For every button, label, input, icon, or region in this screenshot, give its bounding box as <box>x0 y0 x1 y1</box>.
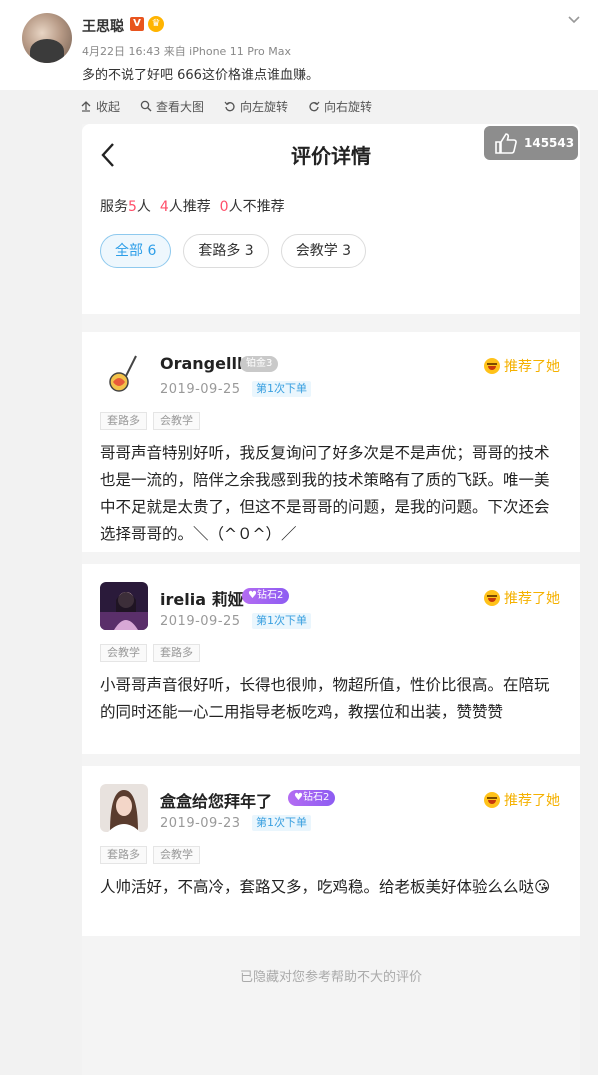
summary-recommend-label: 人推荐 <box>168 199 211 215</box>
hidden-reviews-note: 已隐藏对您参考帮助不大的评价 <box>82 940 580 1075</box>
crown-icon: ♛ <box>148 16 164 32</box>
summary-recommend-count: 4 <box>159 199 169 215</box>
collapse-button[interactable]: 收起 <box>80 98 120 115</box>
like-count: 145543 <box>524 136 575 150</box>
post-meta: 4月22日 16:43 来自 iPhone 11 Pro Max <box>82 45 291 58</box>
chevron-down-icon[interactable] <box>566 12 582 28</box>
search-icon <box>140 100 152 112</box>
lollipop-avatar-icon <box>100 350 148 398</box>
review-text: 哥哥声音特别好听，我反复询问了好多次是不是声优；哥哥的技术也是一流的，陪伴之余我… <box>100 444 550 543</box>
summary-service-count: 5 <box>128 199 137 215</box>
review-tag: 会教学 <box>153 412 200 430</box>
rank-badge: ♥钻石2 <box>288 790 336 806</box>
review-date: 2019-09-25 <box>160 382 241 397</box>
rotate-right-button[interactable]: 向右旋转 <box>308 98 372 115</box>
user-photo-icon <box>100 784 148 832</box>
embedded-screenshot[interactable]: 评价详情 145543 服务5人 4人推荐 0人不推荐 全部 6 套路多 3 会… <box>82 124 580 1075</box>
order-count-tag: 第1次下单 <box>252 815 311 831</box>
avatar[interactable] <box>100 582 148 630</box>
review-tag: 套路多 <box>100 846 147 864</box>
rank-badge: ♥钻石2 <box>242 588 290 604</box>
review-text: 小哥哥声音很好听，长得也很帅，物超所值，性价比很高。在陪玩的同时还能一心二用指导… <box>100 676 550 721</box>
review-card: irelia 莉娅 ♥钻石2 2019-09-25 第1次下单 推荐了她 会教学… <box>82 564 580 754</box>
review-tags: 套路多 会教学 <box>100 846 200 864</box>
review-text: 人帅活好，不高冷，套路又多，吃鸡稳。给老板美好体验么么哒😘 <box>100 878 551 896</box>
smile-icon <box>484 792 500 808</box>
post-text: 多的不说了好吧 666这价格谁点谁血赚。 <box>82 68 319 83</box>
review-tags: 套路多 会教学 <box>100 412 200 430</box>
view-large-label: 查看大图 <box>156 99 205 114</box>
rotate-left-button[interactable]: 向左旋转 <box>224 98 288 115</box>
rotate-left-label: 向左旋转 <box>240 99 289 114</box>
smile-icon <box>484 590 500 606</box>
thumbs-up-icon <box>495 133 517 154</box>
view-large-button[interactable]: 查看大图 <box>140 98 204 115</box>
review-tag: 套路多 <box>153 644 200 662</box>
review-tag: 套路多 <box>100 412 147 430</box>
summary-service-label: 服务 <box>100 199 128 215</box>
hidden-reviews-text[interactable]: 已隐藏对您参考帮助不大的评价 <box>82 966 580 985</box>
author-avatar[interactable] <box>22 13 72 63</box>
recommend-label: 推荐了她 <box>484 356 560 376</box>
user-photo-icon <box>100 582 148 630</box>
review-tags: 会教学 套路多 <box>100 644 200 662</box>
rotate-left-icon <box>224 101 235 112</box>
review-date: 2019-09-23 <box>160 816 241 831</box>
like-button[interactable]: 145543 <box>484 126 578 160</box>
verified-badge: V <box>130 17 144 31</box>
rank-badge: 铂金3 <box>240 356 279 372</box>
summary-not-recommend-label: 人不推荐 <box>228 199 285 215</box>
app-header: 评价详情 145543 服务5人 4人推荐 0人不推荐 全部 6 套路多 3 会… <box>82 124 580 314</box>
filter-chip-all[interactable]: 全部 6 <box>100 234 172 268</box>
image-viewer: 收起 查看大图 向左旋转 向右旋转 评价详情 145543 服务5人 4人推荐 … <box>0 90 598 1075</box>
summary-not-recommend-count: 0 <box>219 199 229 215</box>
reviewer-name[interactable]: 盒盒给您拜年了 <box>160 788 272 812</box>
review-card: Orangelll 铂金3 2019-09-25 第1次下单 推荐了她 套路多 … <box>82 332 580 552</box>
summary-service-unit: 人 <box>136 199 151 215</box>
filter-chip-tricks[interactable]: 套路多 3 <box>183 234 269 268</box>
review-date: 2019-09-25 <box>160 614 241 629</box>
order-count-tag: 第1次下单 <box>252 613 311 629</box>
viewer-toolbar: 收起 查看大图 向左旋转 向右旋转 <box>80 96 372 116</box>
filter-chips: 全部 6 套路多 3 会教学 3 <box>100 234 367 268</box>
recommend-label: 推荐了她 <box>484 790 560 810</box>
review-card: 盒盒给您拜年了 ♥钻石2 2019-09-23 第1次下单 推荐了她 套路多 会… <box>82 766 580 936</box>
avatar[interactable] <box>100 784 148 832</box>
filter-chip-teaching[interactable]: 会教学 3 <box>280 234 367 268</box>
reviewer-name[interactable]: Orangelll <box>160 354 242 373</box>
review-tag: 会教学 <box>153 846 200 864</box>
review-summary: 服务5人 4人推荐 0人不推荐 <box>100 196 285 216</box>
rotate-right-label: 向右旋转 <box>324 99 373 114</box>
recommend-text: 推荐了她 <box>504 591 560 607</box>
smile-icon <box>484 358 500 374</box>
order-count-tag: 第1次下单 <box>252 381 311 397</box>
avatar[interactable] <box>100 350 148 398</box>
rotate-right-icon <box>309 101 320 112</box>
reviewer-name[interactable]: irelia 莉娅 <box>160 586 244 610</box>
review-tag: 会教学 <box>100 644 147 662</box>
author-name[interactable]: 王思聪 <box>82 16 124 36</box>
recommend-text: 推荐了她 <box>504 793 560 809</box>
collapse-label: 收起 <box>96 99 121 114</box>
recommend-text: 推荐了她 <box>504 359 560 375</box>
post-header: 王思聪 V ♛ 4月22日 16:43 来自 iPhone 11 Pro Max… <box>0 0 598 90</box>
collapse-icon <box>81 101 91 112</box>
recommend-label: 推荐了她 <box>484 588 560 608</box>
